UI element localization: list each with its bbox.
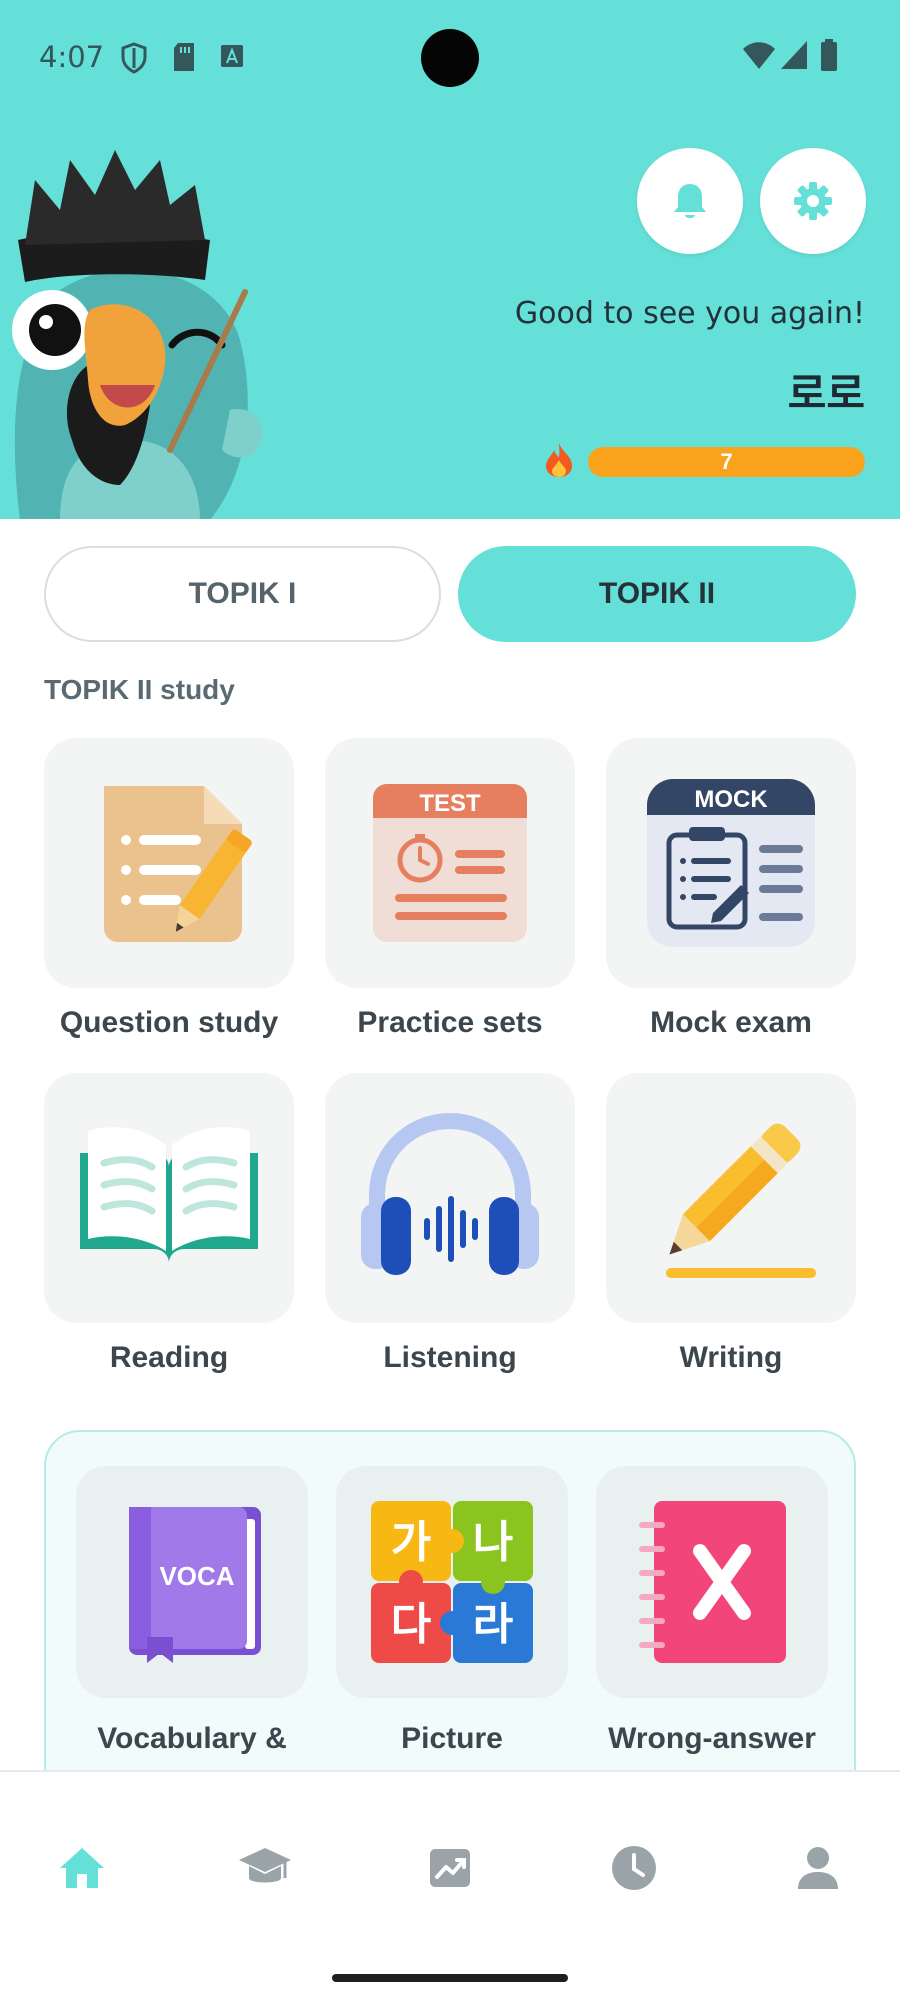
cellular-signal-icon [781,41,807,69]
question-study-card[interactable] [44,738,294,988]
practice-sets-label: Practice sets [357,1006,543,1039]
hangul-puzzle-icon: 가 나 다 라 [371,1501,533,1663]
practice-sets-card[interactable]: TEST [325,738,575,988]
glyph-ra: 라 [473,1599,513,1650]
pencil-icon [666,1123,816,1278]
nav-home[interactable] [52,1838,112,1898]
greeting-text: Good to see you again! [514,296,865,331]
picture-words-tile[interactable]: 가 나 다 라 Picture [336,1466,568,1762]
nav-stats[interactable] [420,1838,480,1898]
practice-sets-tile[interactable]: TEST Practice sets [325,738,575,1040]
clock-icon [612,1846,656,1890]
person-icon [798,1847,838,1889]
username: 로로 [787,369,865,418]
open-book-icon [80,1127,258,1263]
picture-words-label: Picture [401,1722,503,1755]
test-badge-text: TEST [419,790,481,817]
writing-card[interactable] [606,1073,856,1323]
wrong-answer-tile[interactable]: Wrong-answer [596,1466,828,1762]
picture-words-card[interactable]: 가 나 다 라 [336,1466,568,1698]
study-section-title: TOPIK II study [44,674,235,705]
wrong-answer-card[interactable] [596,1466,828,1698]
mock-exam-tile[interactable]: MOCK Mock exam [606,738,856,1040]
vocabulary-card[interactable]: VOCA [76,1466,308,1698]
voca-book-icon: VOCA [129,1507,261,1663]
home-icon [60,1848,104,1888]
bottom-navigation [0,1770,900,2000]
vocabulary-label: Vocabulary & [97,1722,287,1755]
nav-study[interactable] [235,1838,295,1898]
writing-label: Writing [679,1341,783,1374]
mock-exam-card[interactable]: MOCK [606,738,856,988]
test-timer-icon: TEST [373,784,527,942]
parrot-mascot-illustration [12,150,263,519]
glyph-na: 나 [473,1517,513,1568]
writing-tile[interactable]: Writing [606,1073,856,1375]
question-study-tile[interactable]: Question study [44,738,294,1040]
mock-clipboard-icon: MOCK [647,779,815,947]
tab-topik-1[interactable]: TOPIK I [44,546,441,642]
listening-label: Listening [383,1341,517,1374]
wifi-icon [743,42,775,69]
listening-card[interactable] [325,1073,575,1323]
gear-icon [794,182,832,220]
nav-profile[interactable] [788,1838,848,1898]
settings-button[interactable] [760,148,866,254]
nav-history[interactable] [604,1838,664,1898]
headphones-icon [361,1113,539,1275]
notifications-button[interactable] [637,148,743,254]
listening-tile[interactable]: Listening [325,1073,575,1375]
graduation-cap-icon [239,1848,291,1883]
status-time: 4:07 [39,40,105,74]
streak-progress-bar: 7 [588,447,865,477]
status-bar: 4:07 [0,0,900,114]
wrong-answer-notebook-icon [639,1501,786,1663]
reading-tile[interactable]: Reading [44,1073,294,1375]
vocabulary-tile[interactable]: VOCA Vocabulary & [76,1466,308,1762]
question-study-label: Question study [59,1006,279,1039]
sd-card-icon [174,43,194,71]
fire-icon [546,443,572,477]
chart-icon [430,1849,470,1887]
reading-label: Reading [109,1341,229,1374]
glyph-ga: 가 [391,1517,431,1568]
streak-count: 7 [720,449,733,474]
document-pencil-icon [104,786,252,942]
camera-cutout [421,29,479,87]
streak-indicator: 7 [542,442,865,478]
mock-exam-label: Mock exam [650,1006,812,1039]
keyboard-a-icon [221,45,243,67]
battery-icon [821,39,837,71]
shield-icon [121,42,147,74]
system-home-indicator[interactable] [332,1974,568,1982]
tab-topik-2[interactable]: TOPIK II [458,546,856,642]
voca-badge-text: VOCA [159,1561,234,1591]
mock-badge-text: MOCK [694,786,768,813]
reading-card[interactable] [44,1073,294,1323]
glyph-da: 다 [391,1599,431,1650]
wrong-answer-label: Wrong-answer [608,1722,816,1755]
bell-icon [674,184,706,218]
home-header: 4:07 Good to see you again! 로로 7 [0,0,900,519]
